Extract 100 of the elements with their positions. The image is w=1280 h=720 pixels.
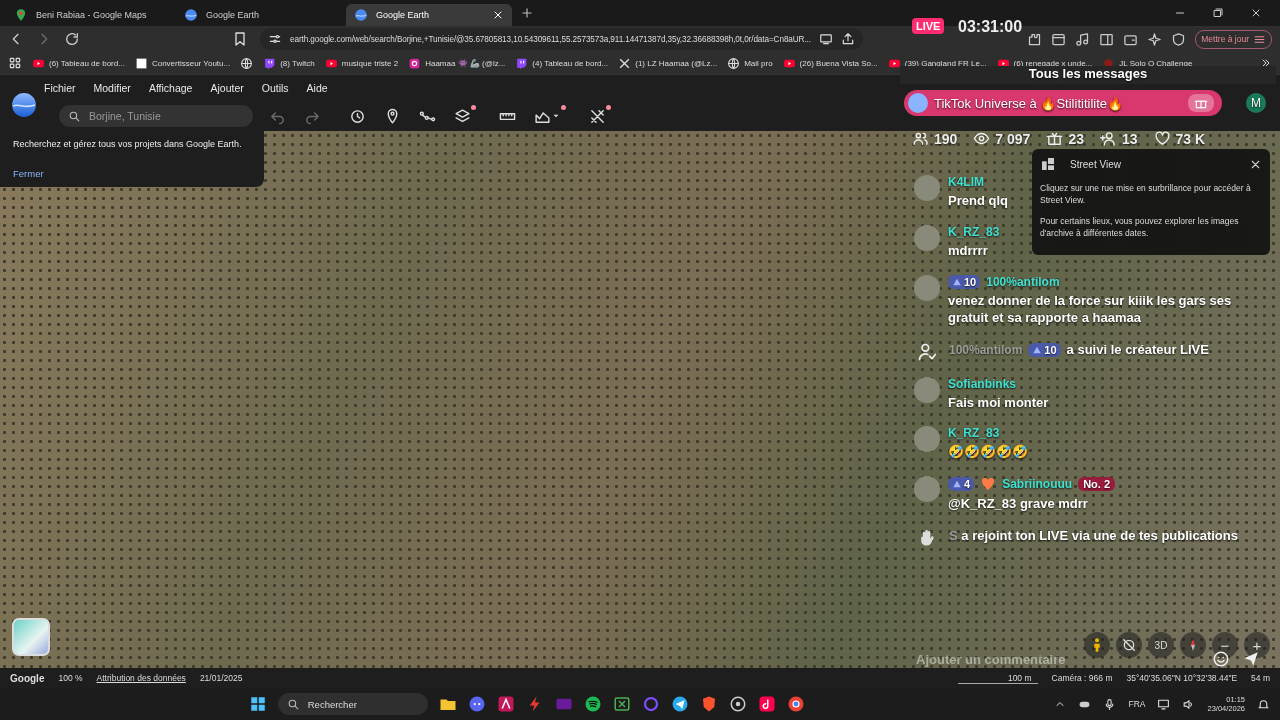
menu-item[interactable]: Modifier: [93, 82, 131, 94]
card-title: Street View: [1070, 158, 1122, 170]
compass-button[interactable]: [1180, 632, 1206, 658]
gift-icon: [1188, 94, 1214, 112]
music-app-icon[interactable]: [583, 695, 602, 713]
chat-bubble-icon: [515, 56, 529, 70]
crossed-compass-icon: [1121, 637, 1137, 653]
menu-item[interactable]: Fichier: [44, 82, 76, 94]
taskbar-search-field[interactable]: Rechercher: [277, 693, 428, 715]
chat-message: 🤣🤣🤣🤣🤣: [948, 444, 1028, 462]
bookmark-link[interactable]: Haamaa 👾 🦾 (@lz...: [408, 56, 506, 70]
share-icon[interactable]: [840, 32, 855, 46]
heart-badge-icon: [980, 476, 997, 493]
cast-icon[interactable]: [818, 32, 833, 46]
globe-icon[interactable]: [240, 56, 254, 70]
triangle-icon: [952, 479, 962, 490]
search-icon: [68, 109, 81, 123]
zoom-in-button[interactable]: +: [1244, 632, 1270, 658]
menu-item[interactable]: Aide: [306, 82, 328, 94]
chat-message: Prend qlq: [948, 193, 1008, 210]
bell-icon[interactable]: [1257, 697, 1270, 711]
username[interactable]: 100%antilom: [986, 274, 1060, 289]
search-field[interactable]: Borjine, Tunisie: [59, 105, 253, 127]
address-field[interactable]: earth.google.com/web/search/Borjine,+Tunisie/@35.67805813,10.54309611,55.2573573a,911.14471387d,35y,32.36688398h,0t,0r/data=Cn8aUR...: [260, 28, 863, 50]
satellite-photo-placeholder[interactable]: [0, 131, 1280, 668]
music-note-app-icon[interactable]: [757, 695, 776, 713]
chat-bubble-icon: [263, 56, 277, 70]
window-icon[interactable]: [1051, 31, 1067, 47]
page-icon: [134, 56, 148, 70]
close-link[interactable]: Fermer: [13, 168, 44, 179]
bookmark-link[interactable]: Convertisseur Youtu...: [134, 56, 231, 70]
smiley-icon[interactable]: [1212, 650, 1230, 668]
street-view-button[interactable]: [1084, 632, 1110, 658]
search-icon: [286, 697, 300, 711]
event-text: S a rejoint ton LIVE via une de tes publications: [949, 528, 1238, 546]
close-icon[interactable]: [492, 9, 504, 21]
earth-logo-icon[interactable]: [11, 92, 37, 118]
letter-a-icon[interactable]: [496, 695, 515, 713]
bookmark-link[interactable]: Mail pro: [727, 56, 773, 70]
update-button[interactable]: Mettre à jour: [1195, 29, 1272, 49]
browser-tab[interactable]: Beni Rabiaa - Google Maps: [6, 4, 172, 26]
apps-grid-icon[interactable]: [8, 56, 22, 70]
sparkle-icon[interactable]: [1147, 31, 1163, 47]
add-person-icon: [1100, 130, 1117, 147]
stat-count: 190: [934, 130, 958, 147]
camera-altitude: Caméra : 966 m: [1051, 673, 1113, 683]
close-icon[interactable]: [1250, 7, 1262, 19]
banner-avatar: [908, 93, 928, 113]
paper-plane-icon[interactable]: [670, 695, 689, 713]
notification-dot: [606, 104, 611, 110]
bookmark-link[interactable]: (26) Buena Vista So...: [782, 56, 878, 70]
ring-icon[interactable]: [641, 695, 660, 713]
sidebar-icon[interactable]: [1099, 31, 1115, 47]
start-icon[interactable]: [248, 695, 267, 713]
username[interactable]: Sofianbinks: [948, 376, 1016, 391]
level-badge: 4: [948, 477, 975, 492]
card-text: Cliquez sur une rue mise en surbrillance pour accéder à Street View.: [1040, 182, 1252, 207]
bookmark-link[interactable]: (1) LZ Haamaa (@Lz...: [618, 56, 718, 70]
restore-icon[interactable]: [1212, 7, 1224, 19]
monitor-icon[interactable]: [1157, 697, 1171, 711]
3d-button[interactable]: 3D: [1148, 632, 1174, 658]
chat-message: mdrrrr: [948, 242, 989, 260]
username[interactable]: K_RZ_83: [948, 426, 1000, 441]
browser-app-icon[interactable]: [786, 695, 805, 713]
eye-icon: [973, 130, 991, 147]
bookmark-link[interactable]: musique triste 2: [324, 56, 399, 70]
music-note-icon[interactable]: [1075, 31, 1091, 47]
spreadsheet-icon[interactable]: [612, 695, 631, 713]
username[interactable]: K_RZ_83: [948, 224, 1000, 239]
browser-tab[interactable]: Google Earth: [346, 4, 512, 26]
scale-bar: 100 m: [957, 672, 1038, 684]
stat-count: 23: [1068, 130, 1084, 147]
bookmark-link[interactable]: (4) Tableau de bord...: [515, 56, 609, 70]
extensions-icon[interactable]: [1027, 31, 1043, 47]
bookmark-link[interactable]: (6) Tableau de bord...: [32, 56, 125, 70]
bookmark-link[interactable]: (8) Twitch: [263, 56, 315, 70]
attribution-link[interactable]: Attribution des données: [96, 673, 186, 683]
zoom-out-button[interactable]: −: [1212, 632, 1238, 658]
street-view-icon: [1040, 156, 1056, 172]
profile-avatar[interactable]: M: [1246, 93, 1266, 113]
shield-icon[interactable]: [1171, 31, 1187, 47]
reload-icon[interactable]: [64, 31, 80, 47]
tilt-button[interactable]: [1116, 632, 1142, 658]
pin-icon: [14, 8, 28, 22]
elevation: 54 m: [1251, 673, 1270, 683]
card-text: Pour certains lieux, vous pouvez explorer les images d'archive à différentes dates.: [1040, 214, 1240, 240]
bookmark-icon[interactable]: [232, 31, 248, 47]
username[interactable]: K4LIM: [948, 175, 984, 189]
gift-icon: [1046, 130, 1064, 147]
stat-count: 13: [1122, 130, 1138, 147]
menu-item[interactable]: Ajouter: [210, 82, 244, 94]
language-indicator[interactable]: FRA: [1128, 699, 1146, 709]
heart-icon: [1153, 130, 1171, 147]
map-style-button[interactable]: [12, 618, 50, 656]
aperture-icon[interactable]: [728, 695, 747, 713]
menu-item[interactable]: Outils: [261, 82, 289, 94]
browser-tab[interactable]: Google Earth: [176, 4, 342, 26]
menu-item[interactable]: Affichage: [148, 82, 193, 94]
plus-icon[interactable]: [520, 6, 534, 20]
chat-message: Fais moi monter: [948, 394, 1049, 412]
